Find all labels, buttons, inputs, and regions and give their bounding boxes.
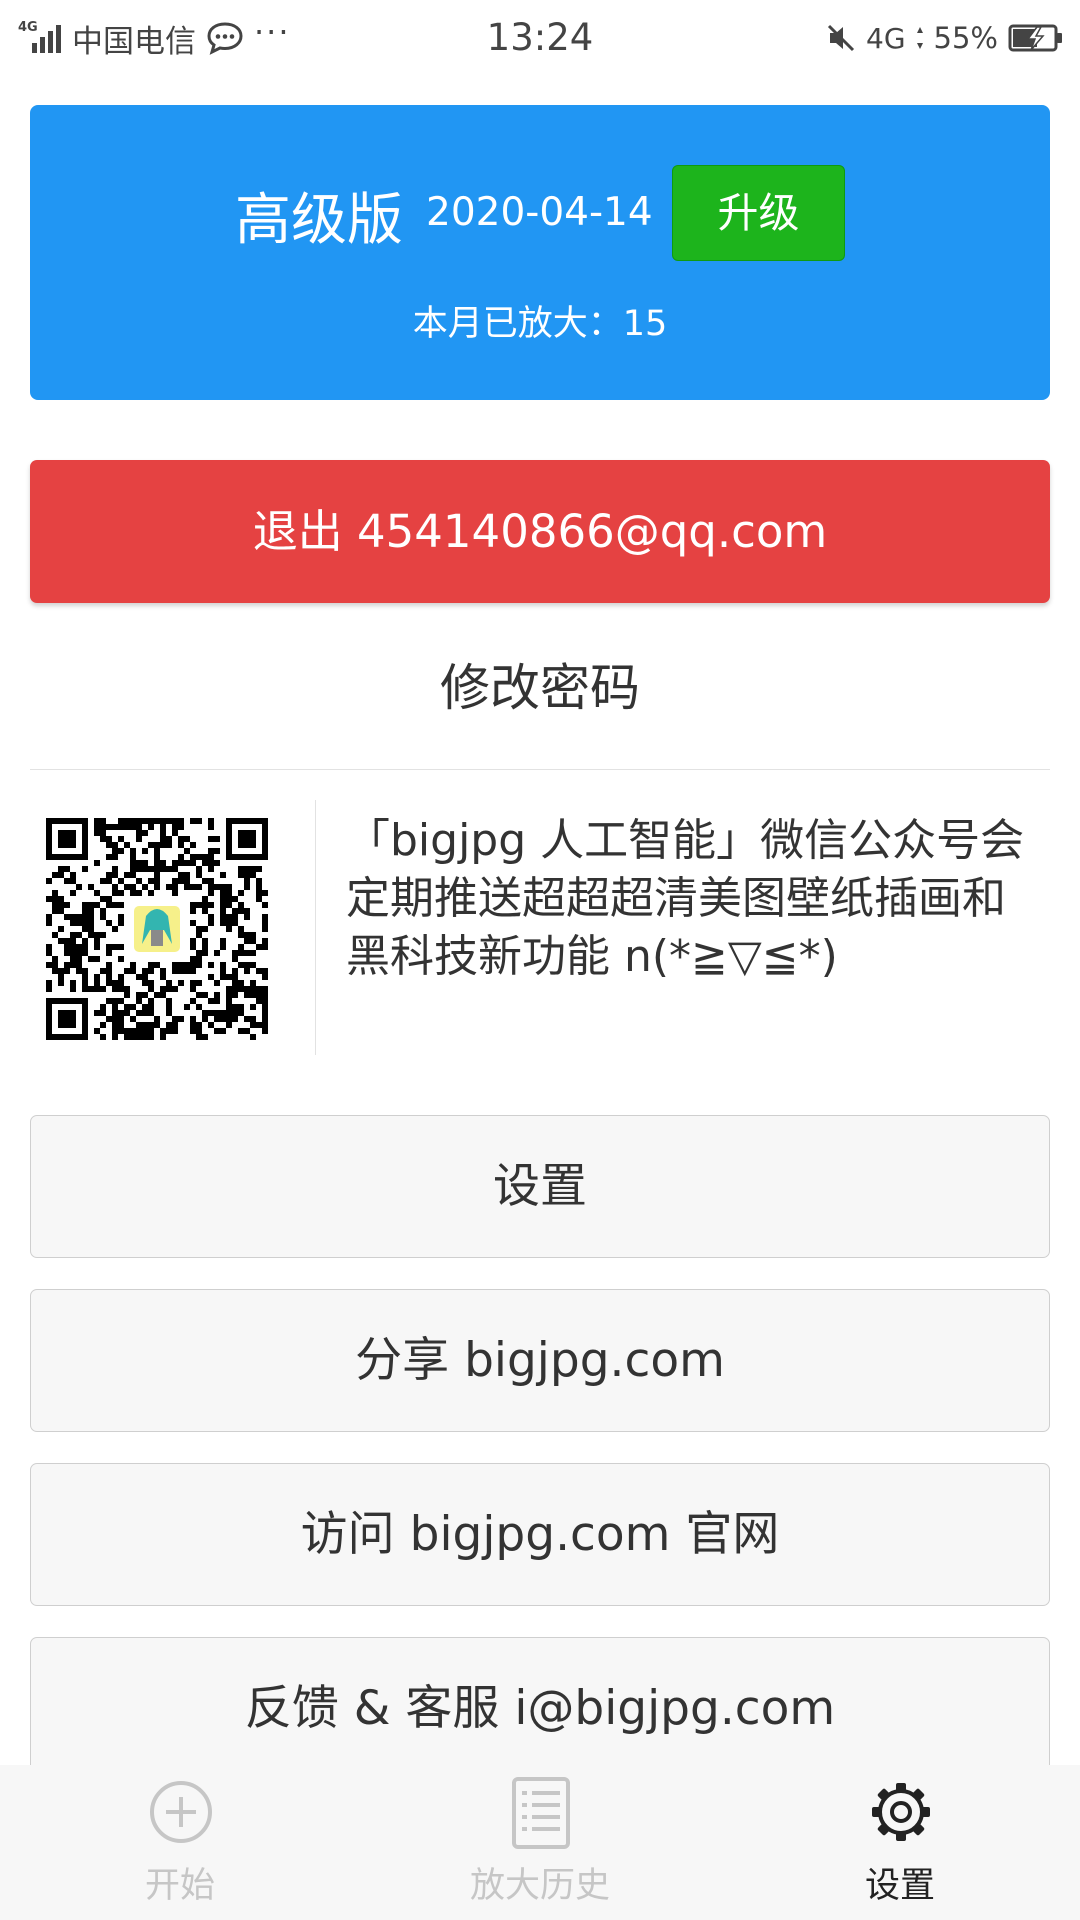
tab-start[interactable]: 开始 (0, 1765, 360, 1920)
bottom-tab-bar: 开始 放大历史 设置 (0, 1765, 1080, 1920)
share-button[interactable]: 分享 bigjpg.com (30, 1289, 1050, 1432)
tab-start-label: 开始 (144, 1866, 215, 1906)
battery-charging-icon (1008, 24, 1062, 52)
visit-website-button[interactable]: 访问 bigjpg.com 官网 (30, 1463, 1050, 1606)
tab-history[interactable]: 放大历史 (360, 1765, 720, 1920)
network-type: 4G (866, 21, 906, 55)
logout-button[interactable]: 退出 454140866@qq.com (30, 460, 1050, 603)
gear-icon (872, 1783, 930, 1841)
qr-separator (315, 800, 316, 1055)
tab-settings[interactable]: 设置 (720, 1765, 1080, 1920)
change-password-link[interactable]: 修改密码 (0, 648, 1080, 720)
wechat-qr-code (46, 818, 268, 1040)
tab-settings-label: 设置 (864, 1866, 935, 1906)
plan-name: 高级版 (235, 188, 403, 253)
upgrade-button[interactable]: 升级 (672, 165, 845, 261)
account-status-card: 高级版 2020-04-14 升级 本月已放大：15 (30, 105, 1050, 400)
status-right: 4G 55% (826, 14, 1064, 62)
settings-button[interactable]: 设置 (30, 1115, 1050, 1258)
divider (30, 769, 1050, 770)
list-icon (512, 1777, 570, 1849)
tab-history-label: 放大历史 (469, 1866, 610, 1906)
wechat-promo-text: 「bigjpg 人工智能」微信公众号会定期推送超超超清美图壁纸插画和黑科技新功能… (346, 815, 1025, 982)
feedback-button[interactable]: 反馈 & 客服 i@bigjpg.com (30, 1637, 1050, 1780)
plan-expiry-date: 2020-04-14 (426, 190, 653, 235)
battery-percent: 55% (933, 21, 998, 55)
mute-icon (827, 24, 855, 52)
status-bar: 4G 中国电信 ··· 13:24 4G 55% (0, 0, 1080, 78)
monthly-enlarge-count: 本月已放大：15 (412, 304, 668, 344)
plus-circle-icon (150, 1781, 212, 1843)
data-activity-icon (916, 27, 923, 49)
